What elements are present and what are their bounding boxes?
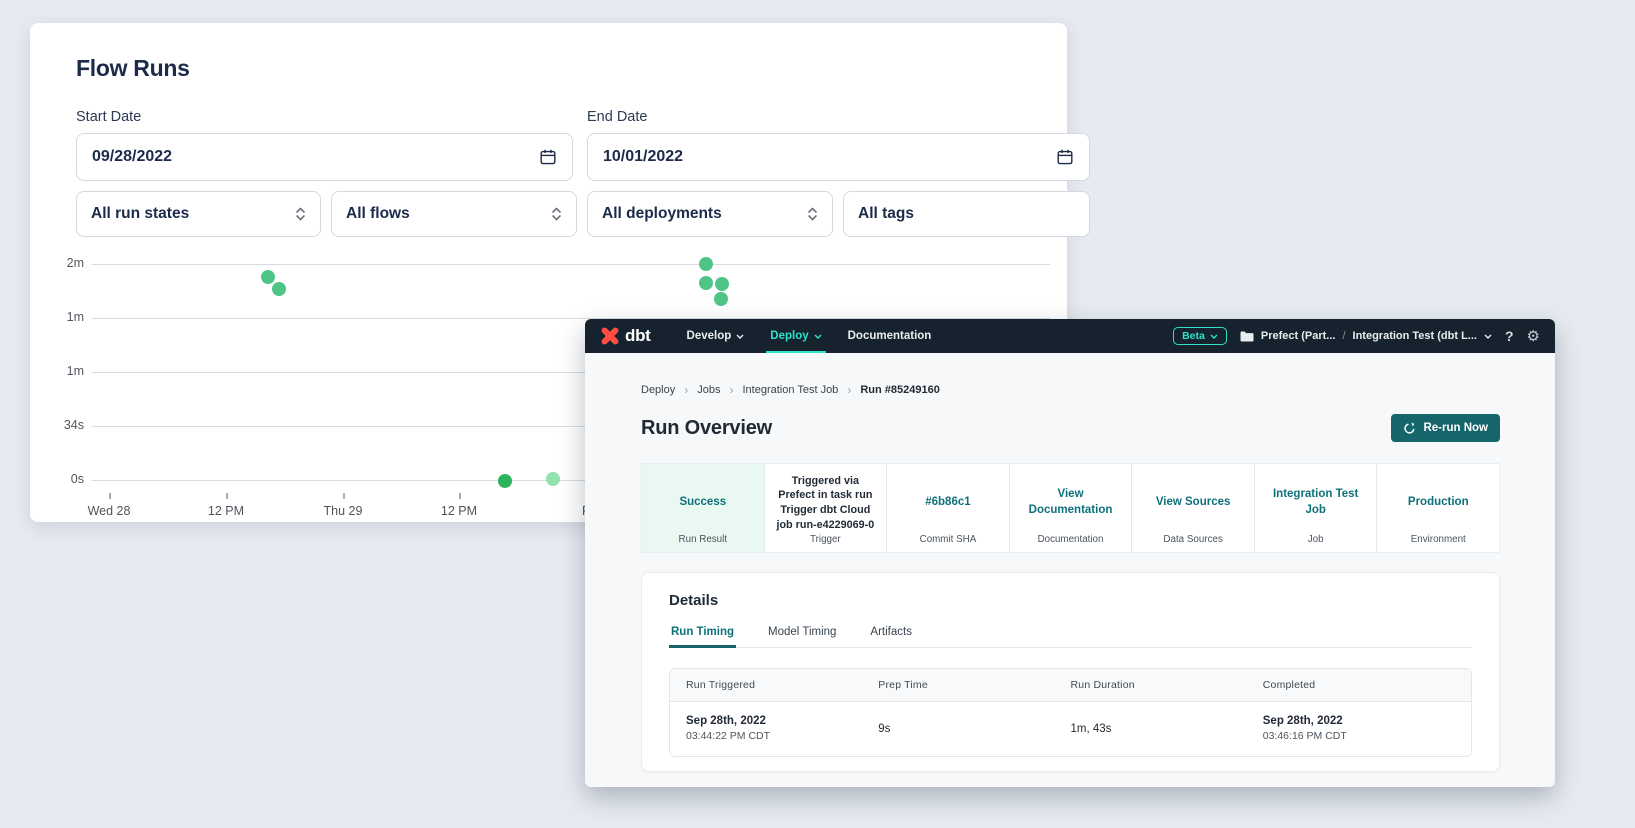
chevron-down-icon (814, 334, 822, 339)
column-header: Run Triggered (686, 679, 878, 691)
tab-artifacts[interactable]: Artifacts (868, 626, 914, 647)
y-axis-tick-label: 2m (48, 256, 84, 270)
flow-run-point[interactable] (699, 257, 713, 271)
breadcrumb-deploy[interactable]: Deploy (641, 384, 675, 396)
flow-run-point[interactable] (715, 277, 729, 291)
card-environment[interactable]: Production Environment (1376, 464, 1499, 552)
completed-cell: Sep 28th, 2022 03:46:16 PM CDT (1263, 715, 1455, 742)
table-header-row: Run Triggered Prep Time Run Duration Com… (670, 669, 1471, 702)
y-axis-tick-label: 34s (48, 418, 84, 432)
column-header: Run Duration (1071, 679, 1263, 691)
gear-icon[interactable]: ⚙ (1527, 327, 1540, 345)
breadcrumb: Deploy › Jobs › Integration Test Job › R… (641, 383, 1500, 397)
card-job[interactable]: Integration Test Job Job (1254, 464, 1377, 552)
card-trigger: Triggered via Prefect in task run Trigge… (764, 464, 887, 552)
rerun-now-button[interactable]: Re-run Now (1391, 414, 1500, 442)
dbt-top-nav: dbt Develop Deploy Documentation Beta Pr… (585, 319, 1555, 353)
y-axis-tick-label: 1m (48, 310, 84, 324)
card-view-sources[interactable]: View Sources Data Sources (1131, 464, 1254, 552)
nav-item-deploy[interactable]: Deploy (770, 319, 821, 353)
folder-icon (1240, 331, 1254, 342)
status-badge: Success (650, 472, 756, 534)
flow-run-point[interactable] (714, 292, 728, 306)
card-commit-sha[interactable]: #6b86c1 Commit SHA (886, 464, 1009, 552)
chevron-down-icon (1210, 334, 1218, 339)
chevron-down-icon (1484, 334, 1492, 339)
details-tabs: Run Timing Model Timing Artifacts (669, 626, 1472, 648)
chevron-down-icon (736, 334, 744, 339)
flow-run-point[interactable] (546, 472, 560, 486)
x-axis-tick-label: Thu 29 (324, 504, 363, 518)
breadcrumb-jobs[interactable]: Jobs (697, 384, 720, 396)
run-triggered-cell: Sep 28th, 2022 03:44:22 PM CDT (686, 715, 878, 742)
flow-run-point[interactable] (699, 276, 713, 290)
dbt-logo-icon (600, 326, 620, 346)
details-title: Details (669, 592, 1472, 609)
run-timing-table: Run Triggered Prep Time Run Duration Com… (669, 668, 1472, 757)
flow-run-point[interactable] (261, 270, 275, 284)
run-duration-cell: 1m, 43s (1071, 723, 1263, 735)
x-axis-tick (343, 493, 345, 499)
details-panel: Details Run Timing Model Timing Artifact… (641, 572, 1500, 772)
tab-model-timing[interactable]: Model Timing (766, 626, 838, 647)
x-axis-tick (459, 493, 461, 499)
dbt-cloud-window: dbt Develop Deploy Documentation Beta Pr… (585, 319, 1555, 787)
flow-run-point[interactable] (498, 474, 512, 488)
x-axis-tick (226, 493, 228, 499)
environment-name: Integration Test (dbt L... (1353, 330, 1477, 342)
breadcrumb-run-id: Run #85249160 (860, 384, 940, 396)
nav-item-documentation[interactable]: Documentation (848, 319, 932, 353)
dbt-logo-text: dbt (625, 326, 651, 346)
card-view-documentation[interactable]: View Documentation Documentation (1009, 464, 1132, 552)
x-axis-tick-label: 12 PM (208, 504, 244, 518)
y-axis-tick-label: 1m (48, 364, 84, 378)
refresh-icon (1403, 422, 1416, 435)
dbt-logo[interactable]: dbt (600, 326, 651, 346)
breadcrumb-separator: › (847, 383, 851, 397)
card-run-result: Success Run Result (642, 464, 764, 552)
tab-run-timing[interactable]: Run Timing (669, 626, 736, 647)
beta-badge[interactable]: Beta (1173, 327, 1227, 345)
help-icon[interactable]: ? (1505, 328, 1514, 344)
account-project-switcher[interactable]: Prefect (Part... / Integration Test (dbt… (1240, 330, 1492, 342)
prep-time-cell: 9s (878, 723, 1070, 735)
breadcrumb-job-name[interactable]: Integration Test Job (743, 384, 839, 396)
gridline (92, 264, 1050, 265)
x-axis-tick (109, 493, 111, 499)
project-name: Prefect (Part... (1261, 330, 1336, 342)
table-row: Sep 28th, 2022 03:44:22 PM CDT 9s 1m, 43… (670, 702, 1471, 756)
page-title: Run Overview (641, 417, 772, 440)
column-header: Prep Time (878, 679, 1070, 691)
y-axis-tick-label: 0s (48, 472, 84, 486)
x-axis-tick-label: 12 PM (441, 504, 477, 518)
run-summary-cards: Success Run Result Triggered via Prefect… (641, 463, 1500, 553)
flow-run-point[interactable] (272, 282, 286, 296)
x-axis-tick-label: Wed 28 (88, 504, 131, 518)
nav-item-develop[interactable]: Develop (687, 319, 745, 353)
breadcrumb-separator: › (684, 383, 688, 397)
breadcrumb-separator: › (730, 383, 734, 397)
column-header: Completed (1263, 679, 1455, 691)
